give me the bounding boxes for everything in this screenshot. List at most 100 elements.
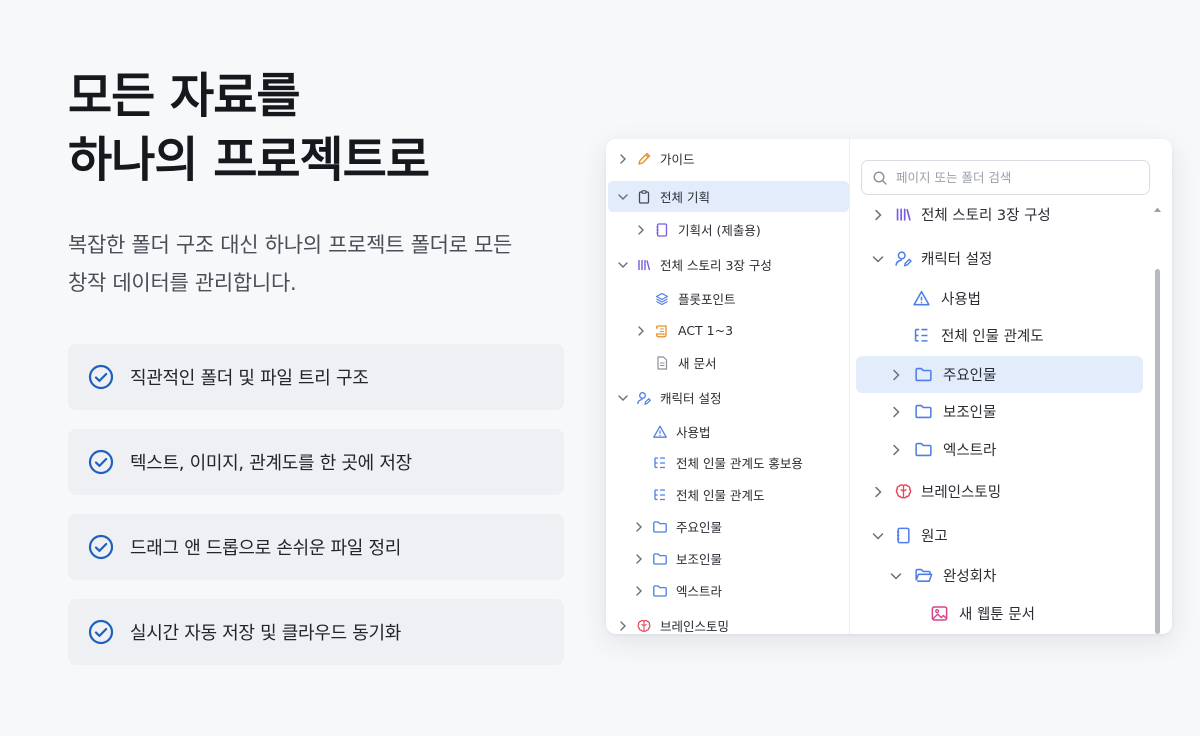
- tree-item-label: 엑스트라: [676, 584, 723, 599]
- tree-item-label: 원고: [921, 529, 948, 545]
- image-icon: [931, 606, 948, 621]
- hero-subtitle-line2: 창작 데이터를 관리합니다.: [68, 271, 297, 295]
- chevron-right-icon[interactable]: [870, 207, 886, 223]
- library-icon: [896, 208, 911, 221]
- chevron-right-icon[interactable]: [616, 152, 630, 166]
- tree-item-character-settings[interactable]: 캐릭터 설정: [870, 240, 1150, 277]
- tree-item-story-3act[interactable]: 전체 스토리 3장 구성: [616, 249, 850, 280]
- layers-icon: [655, 292, 669, 305]
- chevron-down-icon[interactable]: [870, 528, 886, 544]
- tree-item-label: 새 문서: [678, 356, 717, 371]
- tree-item-relation[interactable]: 전체 인물 관계도: [652, 479, 850, 510]
- tree-item-label: 플롯포인트: [678, 292, 736, 307]
- tree-item-supporting-characters[interactable]: 보조인물: [888, 393, 1150, 430]
- tree-item-new-webtoon-doc[interactable]: 새 웹툰 문서: [930, 595, 1150, 632]
- search-box[interactable]: [861, 160, 1150, 195]
- tree-item-relation[interactable]: 전체 인물 관계도: [912, 317, 1150, 354]
- chevron-right-icon[interactable]: [888, 442, 904, 458]
- tree-item-label: 엑스트라: [943, 443, 997, 459]
- tree-item-character-settings[interactable]: 캐릭터 설정: [616, 382, 850, 413]
- check-circle-icon: [88, 619, 114, 645]
- tree-item-label: 보조인물: [943, 405, 997, 421]
- hierarchy-icon: [914, 328, 928, 342]
- brain-icon: [895, 484, 912, 499]
- tree-item-label: 주요인물: [943, 368, 997, 384]
- chevron-right-icon[interactable]: [634, 223, 648, 237]
- tree-item-extras[interactable]: 엑스트라: [632, 575, 850, 606]
- tree-item-label: 전체 인물 관계도: [941, 329, 1044, 345]
- tree-item-manuscript[interactable]: 원고: [870, 517, 1150, 554]
- chevron-right-icon[interactable]: [632, 552, 646, 566]
- tree-item-label: 전체 스토리 3장 구성: [921, 208, 1051, 224]
- pencil-icon: [638, 152, 651, 165]
- tree-item-brainstorming[interactable]: 브레인스토밍: [870, 473, 1150, 510]
- tree-item-label: 전체 인물 관계도 홍보용: [676, 456, 803, 471]
- warning-icon: [653, 425, 667, 438]
- chevron-right-icon[interactable]: [632, 584, 646, 598]
- tree-item-completed-episodes[interactable]: 완성회차: [888, 557, 1150, 594]
- hero-title-line1: 모든 자료를: [68, 68, 301, 124]
- tree-item-usage[interactable]: 사용법: [912, 280, 1150, 317]
- tree-item-label: 보조인물: [676, 552, 723, 567]
- tree-item-supporting-characters[interactable]: 보조인물: [632, 543, 850, 574]
- chevron-down-icon[interactable]: [616, 391, 630, 405]
- tree-item-act[interactable]: ACT 1~3: [634, 315, 850, 346]
- tree-item-label: 새 웹툰 문서: [959, 607, 1035, 623]
- chevron-right-icon[interactable]: [634, 324, 648, 338]
- tree-item-plotpoint[interactable]: 플롯포인트: [654, 283, 850, 314]
- tree-item-label: 전체 스토리 3장 구성: [660, 258, 772, 273]
- tree-item-label: 전체 기획: [660, 190, 710, 205]
- search-input[interactable]: [896, 170, 1136, 185]
- folder-icon: [653, 552, 667, 565]
- tree-item-usage[interactable]: 사용법: [652, 416, 850, 447]
- scrollbar-thumb[interactable]: [1155, 269, 1160, 634]
- feature-card: 드래그 앤 드롭으로 손쉬운 파일 정리: [68, 514, 564, 580]
- tree-item-guide[interactable]: 가이드: [616, 143, 850, 174]
- tree-item-brainstorming[interactable]: 브레인스토밍: [616, 610, 850, 634]
- hero-title: 모든 자료를 하나의 프로젝트로: [68, 64, 430, 192]
- folder-icon: [653, 520, 667, 533]
- tree-item-label: 브레인스토밍: [921, 485, 1002, 501]
- chevron-right-icon[interactable]: [632, 520, 646, 534]
- hero-subtitle: 복잡한 폴더 구조 대신 하나의 프로젝트 폴더로 모든 창작 데이터를 관리합…: [68, 226, 588, 302]
- tree-item-main-characters[interactable]: 주요인물: [632, 511, 850, 542]
- feature-card: 실시간 자동 저장 및 클라우드 동기화: [68, 599, 564, 665]
- tree-item-proposal[interactable]: 기획서 (제출용): [634, 214, 850, 245]
- check-circle-icon: [88, 364, 114, 390]
- chevron-right-icon[interactable]: [616, 619, 630, 633]
- chevron-down-icon[interactable]: [616, 190, 630, 204]
- check-circle-icon: [88, 534, 114, 560]
- app-window: 가이드 전체 기획 기획서 (제출용) 전체 스토리 3장 구성 플롯포인트 A…: [606, 139, 1172, 634]
- chevron-right-icon[interactable]: [888, 367, 904, 383]
- tree-item-overall-plan[interactable]: 전체 기획: [608, 181, 849, 212]
- notebook-icon: [896, 527, 910, 544]
- clipboard-icon: [638, 189, 650, 204]
- chevron-down-icon[interactable]: [616, 258, 630, 272]
- chevron-right-icon[interactable]: [888, 404, 904, 420]
- hierarchy-icon: [654, 456, 665, 468]
- file-tree-sidebar: 가이드 전체 기획 기획서 (제출용) 전체 스토리 3장 구성 플롯포인트 A…: [606, 139, 850, 634]
- hero-subtitle-line1: 복잡한 폴더 구조 대신 하나의 프로젝트 폴더로 모든: [68, 233, 513, 257]
- folder-icon: [653, 584, 667, 597]
- feature-label: 텍스트, 이미지, 관계도를 한 곳에 저장: [130, 453, 412, 474]
- folder-icon: [915, 404, 932, 419]
- tree-item-main-characters[interactable]: 주요인물: [856, 356, 1143, 393]
- chevron-down-icon[interactable]: [870, 251, 886, 267]
- chevron-right-icon[interactable]: [870, 484, 886, 500]
- tree-item-label: 캐릭터 설정: [921, 252, 993, 268]
- tree-item-label: 완성회차: [943, 569, 997, 585]
- tree-item-extras[interactable]: 엑스트라: [888, 431, 1150, 468]
- user-edit-icon: [637, 391, 652, 405]
- user-edit-icon: [895, 251, 912, 267]
- tree-item-story-3act[interactable]: 전체 스토리 3장 구성: [870, 196, 1150, 233]
- scroll-icon: [656, 324, 667, 337]
- library-icon: [638, 259, 651, 270]
- feature-card: 직관적인 폴더 및 파일 트리 구조: [68, 344, 564, 410]
- tree-item-new-doc[interactable]: 새 문서: [654, 347, 850, 378]
- tree-item-relation-promo[interactable]: 전체 인물 관계도 홍보용: [652, 447, 850, 478]
- file-browser-panel: 전체 스토리 3장 구성 캐릭터 설정 사용법 전체 인물 관계도 주요인물: [850, 139, 1172, 634]
- scroll-up-arrow-icon[interactable]: [1153, 206, 1162, 213]
- tree-item-label: 캐릭터 설정: [660, 391, 722, 406]
- chevron-down-icon[interactable]: [888, 568, 904, 584]
- folder-icon: [915, 442, 932, 457]
